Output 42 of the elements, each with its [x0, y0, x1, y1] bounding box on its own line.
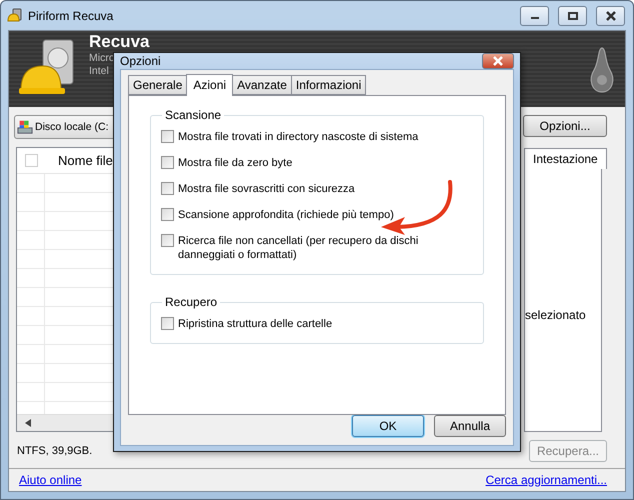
status-text: NTFS, 39,9GB.	[17, 445, 92, 457]
scroll-left-icon[interactable]	[25, 419, 31, 427]
close-icon	[604, 10, 616, 20]
group-title: Recupero	[164, 295, 218, 309]
details-tab[interactable]: Intestazione	[524, 148, 607, 169]
dialog-button[interactable]: OK	[352, 415, 424, 437]
dialog-tab[interactable]: Azioni	[186, 74, 234, 96]
checkbox-label: Mostra file trovati in directory nascoste di sistema	[178, 130, 418, 144]
close-button[interactable]	[482, 53, 514, 69]
checkbox[interactable]	[161, 182, 174, 195]
options-button[interactable]: Opzioni...	[523, 115, 607, 137]
dialog-tab[interactable]: Avanzate	[232, 75, 292, 95]
details-text: selezionato	[525, 308, 587, 322]
checkbox-label: Scansione approfondita (richiede più tempo)	[178, 208, 394, 222]
maximize-button[interactable]	[558, 6, 587, 26]
helmet-icon	[7, 8, 23, 24]
minimize-button[interactable]	[520, 6, 549, 26]
footer-link[interactable]: Aiuto online	[19, 473, 82, 487]
drive-icon	[17, 119, 33, 135]
checkbox-label: Ripristina struttura delle cartelle	[178, 317, 332, 331]
close-button[interactable]	[596, 6, 625, 26]
app-name: Recuva	[89, 33, 150, 50]
maximize-icon	[568, 12, 578, 20]
checkbox-label: Mostra file da zero byte	[178, 156, 292, 170]
checkbox-label: Ricerca file non cancellati (per recupero da dischi danneggiati o formattati)	[178, 234, 420, 262]
header-line: Intel	[89, 65, 109, 78]
column-header[interactable]: Nome file	[38, 148, 113, 173]
window-title: Piriform Recuva	[28, 8, 114, 22]
select-all-checkbox[interactable]	[25, 154, 38, 167]
checkbox[interactable]	[161, 156, 174, 169]
dialog-tab[interactable]: Informazioni	[290, 75, 366, 95]
dialog-title: Opzioni	[120, 54, 161, 68]
footer-link[interactable]: Cerca aggiornamenti...	[486, 473, 607, 487]
checkbox[interactable]	[161, 130, 174, 143]
checkbox[interactable]	[161, 208, 174, 221]
group-title: Scansione	[164, 108, 222, 122]
checkbox[interactable]	[161, 317, 174, 330]
checkbox[interactable]	[161, 234, 174, 247]
close-icon	[492, 56, 504, 66]
dialog-button[interactable]: Annulla	[434, 415, 506, 437]
checkbox-label: Mostra file sovrascritti con sicurezza	[178, 182, 355, 196]
dialog-tab[interactable]: Generale	[128, 75, 188, 95]
